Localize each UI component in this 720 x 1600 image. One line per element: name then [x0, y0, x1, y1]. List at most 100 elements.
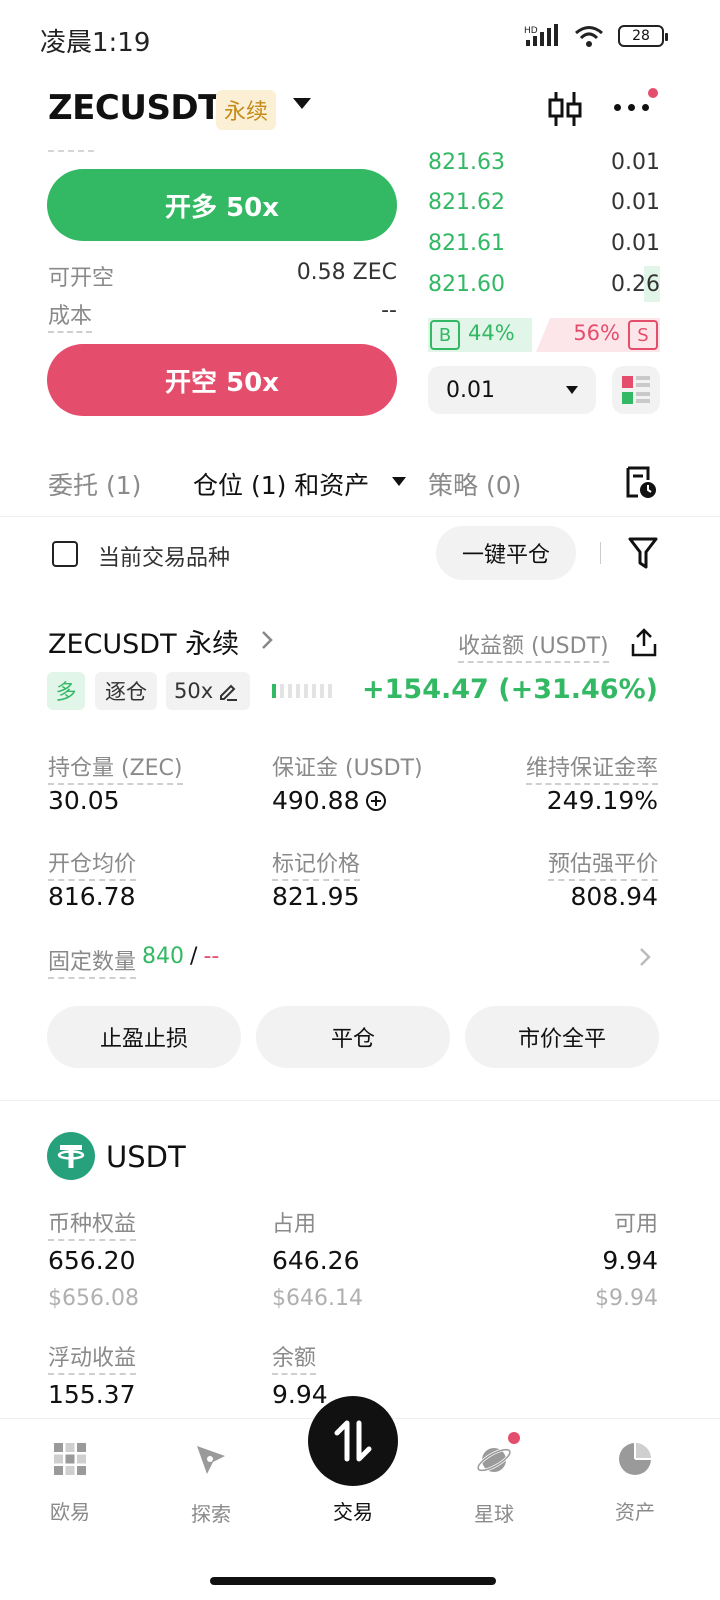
- notification-dot: [648, 88, 658, 98]
- side-chip: 多: [47, 672, 85, 710]
- signal-icon: HD: [524, 24, 558, 46]
- svg-text:HD: HD: [524, 26, 538, 36]
- nav-assets[interactable]: 资产: [585, 1442, 685, 1525]
- precision-value: 0.01: [446, 377, 495, 403]
- asset-floating-value: 155.37: [48, 1380, 136, 1409]
- leverage-value: 50x: [174, 679, 214, 703]
- okx-logo-icon: [54, 1443, 86, 1475]
- tp-sl-button[interactable]: 止盈止损: [47, 1006, 241, 1068]
- price-precision-select[interactable]: 0.01: [428, 366, 596, 414]
- swap-arrows-icon: [334, 1420, 372, 1462]
- cost-value: --: [381, 298, 397, 323]
- unrealized-pnl: +154.47 (+31.46%): [362, 674, 658, 705]
- available-short-label: 可开空: [48, 266, 115, 291]
- margin-stat: 490.88: [272, 786, 387, 815]
- asset-occupied-value: 646.26: [272, 1246, 360, 1275]
- stat-label: 维持保证金率: [525, 750, 658, 785]
- buy-sell-ratio-bar: B 44% 56% S: [428, 318, 660, 352]
- planet-icon: [476, 1448, 512, 1472]
- perpetual-badge: 永续: [216, 90, 277, 130]
- market-close-all-button[interactable]: 市价全平: [465, 1006, 659, 1068]
- asset-occupied-usd: $646.14: [272, 1286, 363, 1311]
- status-icons: HD 28: [524, 24, 668, 48]
- orderbook-row[interactable]: 821.60 0.26: [428, 264, 660, 304]
- current-pair-label: 当前交易品种: [98, 546, 231, 571]
- divider: [600, 542, 601, 564]
- available-short-value: 0.58 ZEC: [296, 260, 397, 285]
- add-margin-icon[interactable]: [365, 790, 387, 812]
- asset-balance-value: 9.94: [272, 1380, 328, 1409]
- trade-button[interactable]: [308, 1396, 398, 1486]
- orderbook-row[interactable]: 821.61 0.01: [428, 223, 660, 263]
- buy-label: B: [430, 320, 460, 350]
- risk-level-bars: [272, 684, 332, 698]
- nav-label: 星球: [474, 1502, 514, 1526]
- asset-available-usd: $9.94: [595, 1286, 658, 1311]
- stat-value: 490.88: [272, 786, 360, 815]
- filter-icon[interactable]: [628, 536, 658, 570]
- asset-available-value: 9.94: [602, 1246, 658, 1275]
- pair-dropdown-icon[interactable]: [293, 98, 311, 109]
- chevron-right-icon[interactable]: [638, 946, 652, 968]
- tab-orders[interactable]: 委托 (1): [48, 466, 141, 502]
- order-history-icon[interactable]: [624, 466, 658, 500]
- compass-icon: [197, 1446, 225, 1474]
- section-divider: [0, 1100, 720, 1101]
- nav-discover[interactable]: 探索: [161, 1442, 261, 1527]
- orderbook-price: 821.61: [428, 230, 505, 256]
- stat-label: 标记价格: [272, 846, 361, 881]
- buy-percent: 44%: [468, 321, 515, 345]
- open-long-button[interactable]: 开多 50x: [47, 169, 397, 241]
- pnl-unit-label[interactable]: 收益额 (USDT): [458, 628, 609, 663]
- asset-equity-label: 币种权益: [48, 1206, 137, 1241]
- usdt-logo-icon: [47, 1132, 95, 1180]
- close-all-button[interactable]: 一键平仓: [436, 526, 576, 580]
- asset-name: USDT: [106, 1140, 186, 1174]
- current-pair-checkbox[interactable]: [52, 541, 78, 567]
- stat-label: 持仓量 (ZEC): [48, 750, 183, 785]
- nav-trade-label: 交易: [333, 1500, 373, 1524]
- orderbook-price: 821.63: [428, 149, 505, 175]
- margin-mode-chip: 逐仓: [95, 672, 157, 710]
- pair-title[interactable]: ZECUSDT: [48, 88, 221, 128]
- asset-floating-label: 浮动收益: [48, 1340, 137, 1375]
- cost-label: 成本: [48, 298, 93, 333]
- wifi-icon: [575, 26, 603, 47]
- fixed-qty-sep: /: [190, 944, 198, 969]
- orderbook-qty: 0.01: [611, 230, 660, 256]
- stat-value: 249.19%: [546, 786, 658, 815]
- position-title[interactable]: ZECUSDT 永续: [48, 622, 239, 661]
- scroll-fade-hint: [48, 150, 94, 152]
- more-icon[interactable]: [614, 104, 649, 111]
- nav-label: 探索: [191, 1502, 231, 1526]
- candlestick-chart-icon[interactable]: [546, 90, 584, 128]
- chevron-right-icon[interactable]: [260, 629, 274, 651]
- share-icon[interactable]: [630, 628, 658, 658]
- tab-positions[interactable]: 仓位 (1) 和资产: [193, 466, 369, 502]
- open-short-button[interactable]: 开空 50x: [47, 344, 397, 416]
- fixed-quantity-row[interactable]: 固定数量 840 / --: [48, 944, 219, 979]
- fixed-qty-label: 固定数量: [48, 944, 137, 979]
- tab-strategies[interactable]: 策略 (0): [428, 466, 521, 502]
- planet-notification-dot: [506, 1430, 522, 1446]
- orderbook-layout-button[interactable]: [612, 366, 660, 414]
- leverage-chip[interactable]: 50x: [166, 672, 250, 710]
- orderbook-qty: 0.01: [611, 149, 660, 175]
- close-position-button[interactable]: 平仓: [256, 1006, 450, 1068]
- nav-home[interactable]: 欧易: [20, 1442, 120, 1525]
- fixed-qty-value: 840: [142, 944, 185, 969]
- orderbook-qty: 0.01: [611, 189, 660, 215]
- stat-label: 预估强平价: [547, 846, 658, 881]
- nav-planet[interactable]: 星球: [444, 1442, 544, 1527]
- asset-equity-usd: $656.08: [48, 1286, 139, 1311]
- tab-divider: [0, 516, 720, 517]
- nav-label: 资产: [615, 1500, 655, 1524]
- asset-equity-value: 656.20: [48, 1246, 136, 1275]
- pie-chart-icon: [619, 1443, 651, 1475]
- orderbook-row[interactable]: 821.62 0.01: [428, 182, 660, 222]
- orderbook-row[interactable]: 821.63 0.01: [428, 142, 660, 182]
- home-indicator: [210, 1577, 496, 1585]
- positions-dropdown-icon[interactable]: [392, 477, 406, 486]
- fixed-qty-alt: --: [203, 944, 220, 969]
- chevron-down-icon: [566, 386, 578, 394]
